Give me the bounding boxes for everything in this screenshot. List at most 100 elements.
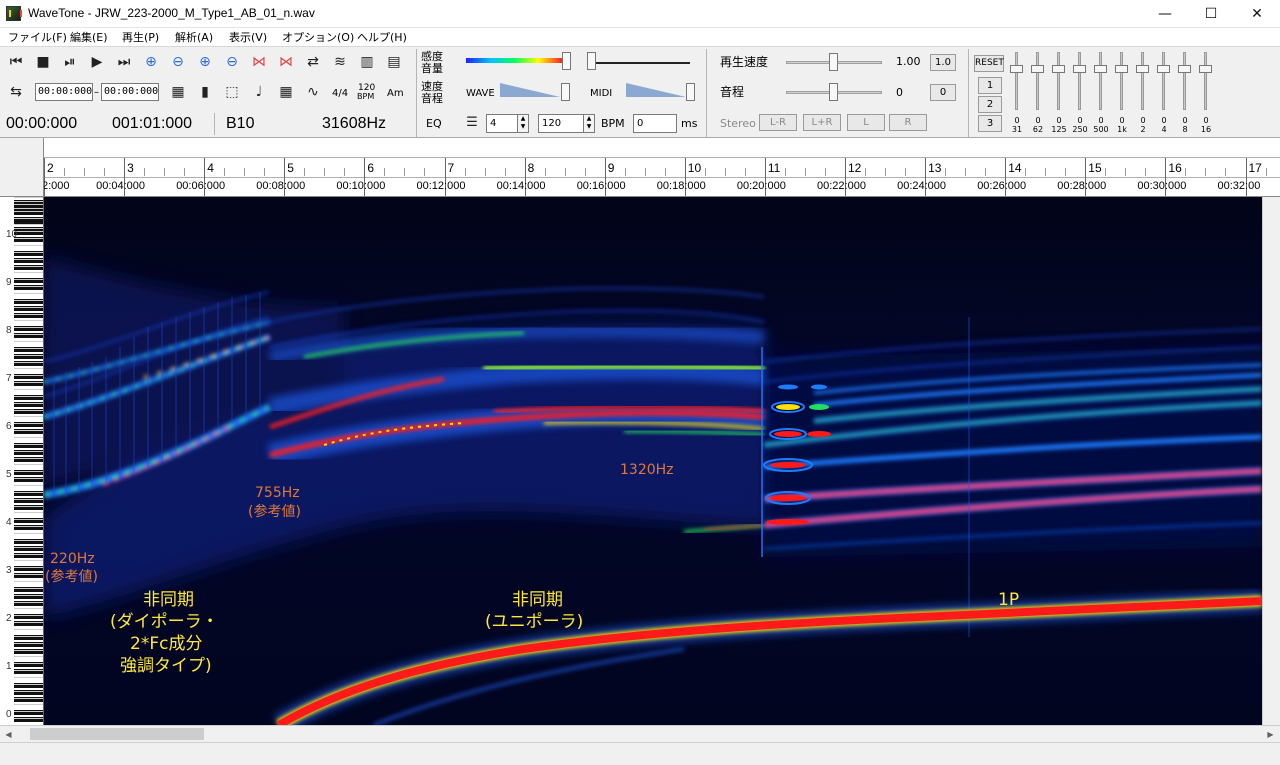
eq-band-slider[interactable]: [1199, 52, 1212, 110]
eq-band-slider[interactable]: [1178, 52, 1191, 110]
menu-view[interactable]: 表示(V): [229, 29, 267, 45]
piano-white-key-divider: [14, 245, 43, 246]
eq-band-slider[interactable]: [1031, 52, 1044, 110]
eq-track: [1036, 52, 1039, 110]
zoom-out-vertical-icon[interactable]: ⊖: [222, 52, 242, 72]
spectrogram-view[interactable]: 220Hz (参考値) 755Hz (参考値) 1320Hz 非同期 (ダイポー…: [44, 197, 1262, 725]
eq-thumb[interactable]: [1199, 65, 1212, 73]
zoom-in-vertical-icon[interactable]: ⊕: [195, 52, 215, 72]
eq-thumb[interactable]: [1073, 65, 1086, 73]
l-plus-r-button[interactable]: L+R: [803, 114, 841, 131]
wave-slider[interactable]: [561, 83, 570, 101]
pause-play-icon[interactable]: ⏯: [60, 52, 80, 72]
eq-band-slider[interactable]: [1136, 52, 1149, 110]
note-icon[interactable]: ♩: [249, 82, 269, 102]
eq-track: [1078, 52, 1081, 110]
toolbar-separator-1: [416, 49, 417, 137]
loop-icon[interactable]: ⇆: [6, 82, 26, 102]
piano-white-key-divider: [14, 519, 43, 521]
eq-band-slider[interactable]: [1157, 52, 1170, 110]
eq-thumb[interactable]: [1115, 65, 1128, 73]
chord-icon[interactable]: Am: [387, 89, 404, 99]
fast-forward-icon[interactable]: ⏭: [114, 52, 134, 72]
piano-white-key-divider: [14, 347, 43, 349]
eq-track: [1015, 52, 1018, 110]
range-start-field[interactable]: 00:00:000: [35, 83, 93, 101]
ruler-minor-tick: [724, 168, 726, 176]
bpm-icon-bottom[interactable]: BPM: [357, 93, 374, 101]
spectrum-icon[interactable]: ▥: [357, 52, 377, 72]
layout-icon[interactable]: ▦: [168, 82, 188, 102]
volume-track: [596, 62, 690, 64]
eq-thumb[interactable]: [1136, 65, 1149, 73]
sensitivity-slider[interactable]: [562, 52, 571, 70]
zoom-out-horizontal-icon[interactable]: ⊖: [168, 52, 188, 72]
menu-help[interactable]: ヘルプ(H): [357, 29, 407, 45]
rewind-icon[interactable]: ⏮: [6, 52, 26, 72]
offset-input[interactable]: 0: [633, 114, 677, 133]
curve-icon[interactable]: ∿: [303, 82, 323, 102]
scroll-left-icon[interactable]: ◀: [0, 726, 17, 743]
horizontal-scrollbar[interactable]: ◀ ▶: [0, 725, 1280, 742]
ruler-minor-tick: [64, 168, 66, 176]
eq-thumb[interactable]: [1010, 65, 1023, 73]
beats-input[interactable]: 4: [486, 114, 518, 133]
eq-band-slider[interactable]: [1115, 52, 1128, 110]
playback-speed-slider[interactable]: [829, 53, 838, 71]
menu-edit[interactable]: 編集(E): [70, 29, 108, 45]
right-channel-button[interactable]: R: [889, 114, 927, 131]
pitch-slider[interactable]: [829, 83, 838, 101]
piano-white-key-divider: [14, 711, 43, 713]
waveform-icon[interactable]: ≋: [330, 52, 350, 72]
eq-thumb[interactable]: [1094, 65, 1107, 73]
zoom-in-horizontal-icon[interactable]: ⊕: [141, 52, 161, 72]
midi-slider[interactable]: [686, 83, 695, 101]
pitch-reset-button[interactable]: 0: [930, 84, 956, 101]
minimize-button[interactable]: —: [1142, 0, 1188, 28]
eq-band-slider[interactable]: [1094, 52, 1107, 110]
eq-thumb[interactable]: [1157, 65, 1170, 73]
maximize-button[interactable]: ☐: [1188, 0, 1234, 28]
eq-thumb[interactable]: [1052, 65, 1065, 73]
scroll-right-icon[interactable]: ▶: [1262, 726, 1279, 743]
play-icon[interactable]: ▶: [87, 52, 107, 72]
playback-speed-reset-button[interactable]: 1.0: [930, 54, 956, 71]
eq-band-slider[interactable]: [1052, 52, 1065, 110]
volume-slider[interactable]: [587, 52, 596, 70]
marker-icon[interactable]: ▮: [195, 82, 215, 102]
eq-thumb[interactable]: [1178, 65, 1191, 73]
piano-keyboard[interactable]: 10 9 8 7 6 5 4 3 2 1 0: [0, 197, 44, 725]
piano-white-key-divider: [14, 313, 43, 315]
eq-thumb[interactable]: [1031, 65, 1044, 73]
time-ruler[interactable]: 2 2:000 3 00:04:000 4 00:06:000 5 00:08:000 6 00:…: [44, 138, 1280, 197]
select-icon[interactable]: ⬚: [222, 82, 242, 102]
eq-preset-1-button[interactable]: 1: [978, 77, 1002, 94]
book-icon[interactable]: ▤: [384, 52, 404, 72]
eq-band-slider[interactable]: [1073, 52, 1086, 110]
eq-preset-3-button[interactable]: 3: [978, 115, 1002, 132]
range-end-field[interactable]: 00:00:000: [101, 83, 159, 101]
expand-icon[interactable]: ⋈: [249, 52, 269, 72]
swap-icon[interactable]: ⇄: [303, 52, 323, 72]
compress-icon[interactable]: ⋈: [276, 52, 296, 72]
menu-options[interactable]: オプション(O): [282, 29, 354, 45]
grid-icon[interactable]: ▦: [276, 82, 296, 102]
l-minus-r-button[interactable]: L-R: [759, 114, 797, 131]
time-signature-icon[interactable]: 4/4: [332, 89, 348, 99]
horizontal-scroll-thumb[interactable]: [30, 728, 204, 740]
vertical-scrollbar[interactable]: [1262, 197, 1280, 725]
menu-analyze[interactable]: 解析(A): [175, 29, 213, 45]
eq-band-slider[interactable]: [1010, 52, 1023, 110]
eq-reset-button[interactable]: RESET: [974, 55, 1004, 72]
bpm-input[interactable]: 120: [538, 114, 584, 133]
grid-list-icon[interactable]: ☰: [462, 113, 482, 133]
menu-file[interactable]: ファイル(F): [8, 29, 67, 45]
left-channel-button[interactable]: L: [847, 114, 885, 131]
bpm-spinner[interactable]: ▲ ▼: [583, 114, 595, 133]
eq-preset-2-button[interactable]: 2: [978, 96, 1002, 113]
beats-spinner[interactable]: ▲ ▼: [517, 114, 529, 133]
ruler-minor-tick: [324, 168, 326, 176]
stop-icon[interactable]: ■: [33, 52, 53, 72]
menu-play[interactable]: 再生(P): [122, 29, 159, 45]
close-button[interactable]: ✕: [1234, 0, 1280, 28]
